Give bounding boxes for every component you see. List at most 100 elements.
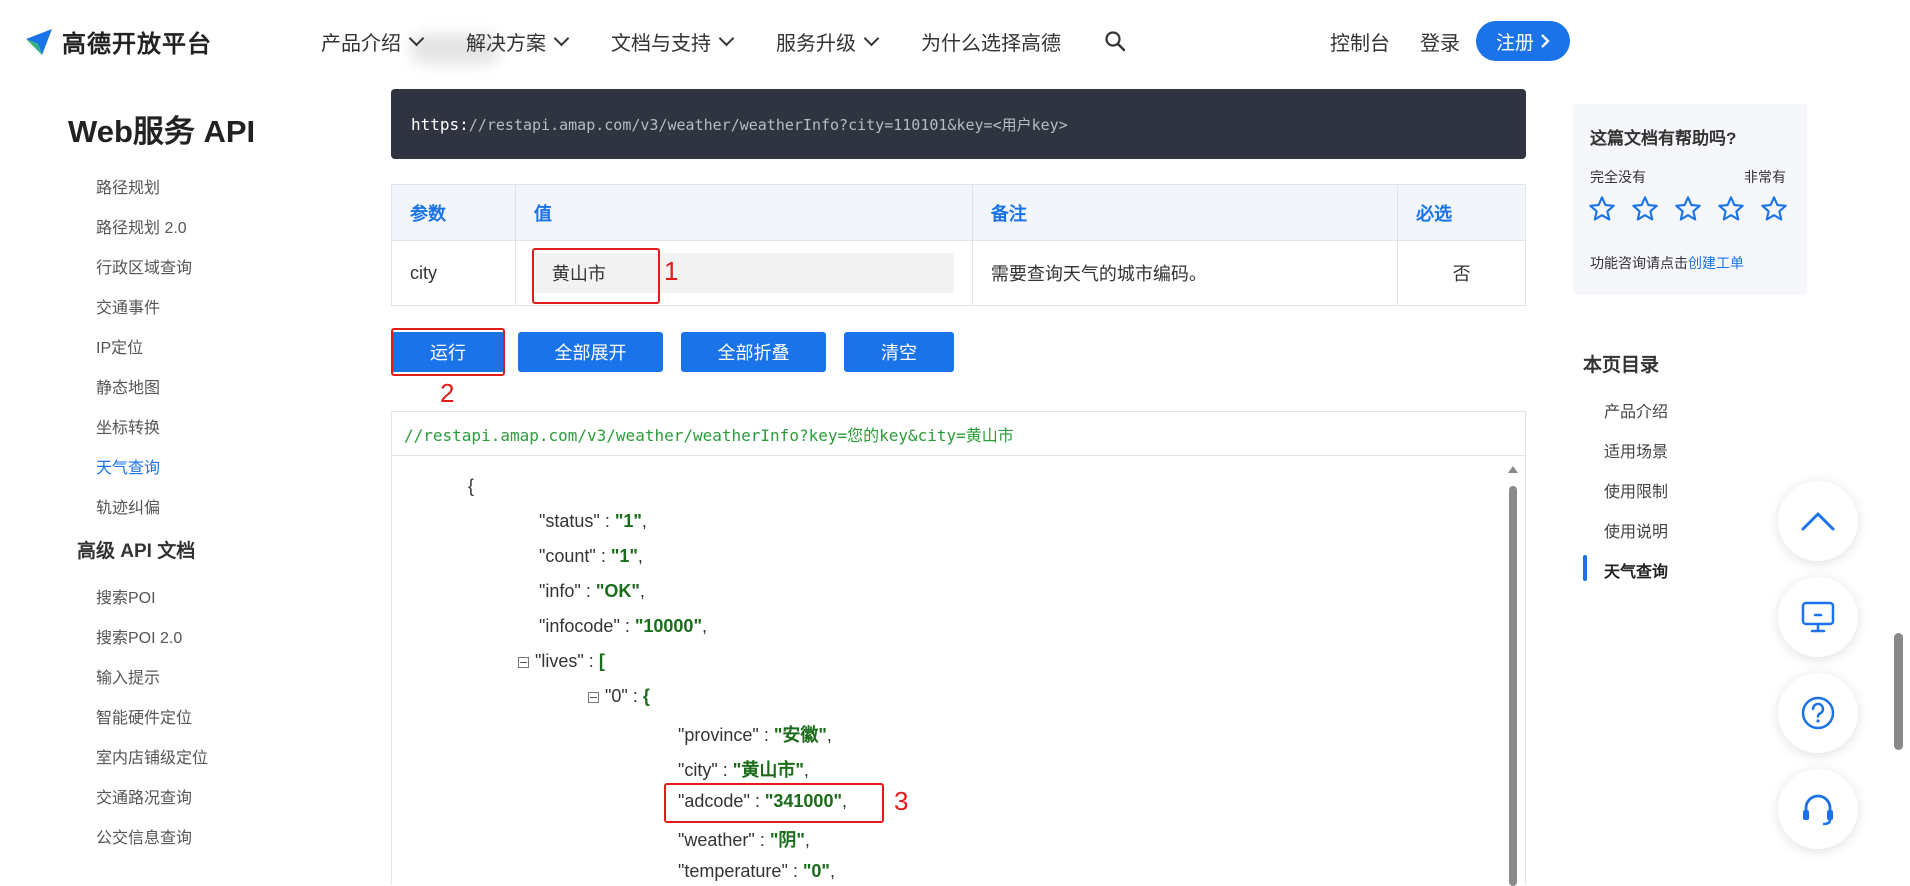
register-label: 注册 bbox=[1495, 32, 1534, 54]
register-button[interactable]: 注册 bbox=[1476, 21, 1570, 61]
json-key: "weather" bbox=[678, 830, 755, 850]
sidebar-item-search-poi[interactable]: 搜索POI bbox=[96, 584, 156, 608]
request-url: //restapi.amap.com/v3/weather/weatherInf… bbox=[391, 411, 1526, 456]
page-scrollbar[interactable] bbox=[1894, 633, 1903, 750]
clear-button[interactable]: 清空 bbox=[844, 332, 954, 372]
json-value: "10000" bbox=[634, 616, 702, 636]
json-count: "count" : "1", bbox=[539, 546, 643, 566]
sidebar-item-track-correction[interactable]: 轨迹纠偏 bbox=[96, 494, 160, 518]
collapse-all-button[interactable]: 全部折叠 bbox=[681, 332, 826, 372]
json-weather: "weather" : "阴", bbox=[678, 830, 810, 850]
json-key: "0" bbox=[605, 686, 628, 706]
star-icon-3[interactable] bbox=[1674, 195, 1702, 223]
logo-text: 高德开放平台 bbox=[62, 31, 212, 58]
json-key: "count" bbox=[539, 546, 596, 566]
annotation-box-3 bbox=[664, 783, 884, 823]
json-province: "province" : "安徽", bbox=[678, 725, 832, 745]
toc-item-usage[interactable]: 使用说明 bbox=[1604, 518, 1668, 542]
result-scrollbar[interactable] bbox=[1509, 486, 1517, 886]
sidebar-item-route-planning[interactable]: 路径规划 bbox=[96, 174, 160, 198]
sidebar-item-bus-info[interactable]: 公交信息查询 bbox=[96, 824, 192, 848]
sidebar-title: Web服务 API bbox=[68, 114, 256, 149]
monitor-icon bbox=[1801, 601, 1835, 633]
console-link[interactable]: 控制台 bbox=[1330, 27, 1390, 56]
json-result-panel: { "status" : "1", "count" : "1", "info" … bbox=[391, 456, 1526, 885]
param-note: 需要查询天气的城市编码。 bbox=[971, 240, 1399, 306]
scroll-up-arrow[interactable] bbox=[1508, 466, 1518, 473]
nav-service-upgrade[interactable]: 服务升级 bbox=[776, 27, 880, 56]
column-header-note: 备注 bbox=[971, 184, 1399, 241]
star-icon-1[interactable] bbox=[1588, 195, 1616, 223]
json-info: "info" : "OK", bbox=[539, 581, 645, 601]
sidebar-item-input-tips[interactable]: 输入提示 bbox=[96, 664, 160, 688]
toc-active-indicator bbox=[1583, 555, 1587, 581]
sidebar-item-weather-query[interactable]: 天气查询 bbox=[96, 454, 160, 478]
sidebar-item-static-map[interactable]: 静态地图 bbox=[96, 374, 160, 398]
annotation-number-1: 1 bbox=[664, 256, 679, 286]
nav-docs-support[interactable]: 文档与支持 bbox=[611, 27, 735, 56]
collapse-toggle-icon[interactable] bbox=[588, 691, 599, 703]
feedback-footer: 功能咨询请点击创建工单 bbox=[1590, 253, 1744, 273]
star-icon-5[interactable] bbox=[1760, 195, 1788, 223]
json-lives: "lives" : [ bbox=[518, 651, 605, 672]
json-item-0: "0" : { bbox=[588, 686, 650, 707]
sidebar-item-route-planning-2[interactable]: 路径规划 2.0 bbox=[96, 214, 187, 238]
logo[interactable]: 高德开放平台 bbox=[24, 24, 212, 59]
toc-title: 本页目录 bbox=[1583, 355, 1660, 376]
nav-label: 服务升级 bbox=[776, 33, 856, 55]
nav-product-intro[interactable]: 产品介绍 bbox=[321, 27, 425, 56]
column-header-required: 必选 bbox=[1397, 184, 1526, 241]
console-float-button[interactable] bbox=[1778, 577, 1858, 657]
json-key: "city" bbox=[678, 760, 718, 780]
table-header-row: 参数 值 备注 必选 bbox=[391, 184, 1526, 241]
nav-solutions[interactable]: 解决方案 bbox=[466, 27, 570, 56]
nav-label: 为什么选择高德 bbox=[921, 33, 1061, 55]
chevron-right-icon bbox=[1541, 34, 1550, 48]
star-icon-2[interactable] bbox=[1631, 195, 1659, 223]
create-ticket-link[interactable]: 创建工单 bbox=[1688, 255, 1744, 271]
logo-icon bbox=[26, 28, 52, 55]
json-value: "OK" bbox=[595, 581, 640, 601]
sidebar-item-district-query[interactable]: 行政区域查询 bbox=[96, 254, 192, 278]
toc-item-limits[interactable]: 使用限制 bbox=[1604, 478, 1668, 502]
toc-item-product-intro[interactable]: 产品介绍 bbox=[1604, 398, 1668, 422]
json-key: "temperature" bbox=[678, 861, 788, 881]
collapse-toggle-icon[interactable] bbox=[518, 656, 529, 668]
sidebar-item-smart-hardware-location[interactable]: 智能硬件定位 bbox=[96, 704, 192, 728]
search-icon[interactable] bbox=[1104, 30, 1126, 57]
annotation-number-2: 2 bbox=[440, 378, 455, 408]
code-url: //restapi.amap.com/v3/weather/weatherInf… bbox=[468, 115, 1068, 134]
json-key: "info" bbox=[539, 581, 581, 601]
expand-all-button[interactable]: 全部展开 bbox=[518, 332, 663, 372]
toc-item-use-cases[interactable]: 适用场景 bbox=[1604, 438, 1668, 462]
json-key: "status" bbox=[539, 511, 600, 531]
column-header-param: 参数 bbox=[391, 184, 516, 241]
json-key: "province" bbox=[678, 725, 759, 745]
annotation-box-1 bbox=[532, 248, 660, 304]
login-link[interactable]: 登录 bbox=[1420, 27, 1460, 56]
support-float-button[interactable] bbox=[1778, 769, 1858, 849]
top-header: 高德开放平台 产品介绍 解决方案 文档与支持 服务升级 为什么选择高德 控制台 … bbox=[0, 0, 1910, 82]
question-icon bbox=[1801, 696, 1835, 730]
toc-item-weather-query[interactable]: 天气查询 bbox=[1604, 558, 1668, 582]
json-status: "status" : "1", bbox=[539, 511, 647, 531]
sidebar-section-advanced-api[interactable]: 高级 API 文档 bbox=[77, 536, 195, 563]
json-key: "infocode" bbox=[539, 616, 620, 636]
star-icon-4[interactable] bbox=[1717, 195, 1745, 223]
nav-why-amap[interactable]: 为什么选择高德 bbox=[921, 27, 1061, 56]
sidebar-item-indoor-shop-location[interactable]: 室内店铺级定位 bbox=[96, 744, 208, 768]
sidebar-item-traffic-event[interactable]: 交通事件 bbox=[96, 294, 160, 318]
nav-label: 解决方案 bbox=[466, 33, 546, 55]
sidebar-item-traffic-status[interactable]: 交通路况查询 bbox=[96, 784, 192, 808]
chevron-down-icon bbox=[553, 30, 570, 47]
sidebar-item-search-poi-2[interactable]: 搜索POI 2.0 bbox=[96, 624, 182, 648]
help-float-button[interactable] bbox=[1778, 673, 1858, 753]
headset-icon bbox=[1803, 794, 1833, 826]
column-header-value: 值 bbox=[514, 184, 973, 241]
json-bracket: { bbox=[642, 686, 650, 706]
rating-high-label: 非常有 bbox=[1744, 169, 1786, 185]
sidebar-item-coordinate-convert[interactable]: 坐标转换 bbox=[96, 414, 160, 438]
back-to-top-button[interactable] bbox=[1778, 481, 1858, 561]
sidebar-item-ip-location[interactable]: IP定位 bbox=[96, 334, 143, 358]
json-bracket: [ bbox=[598, 651, 605, 671]
